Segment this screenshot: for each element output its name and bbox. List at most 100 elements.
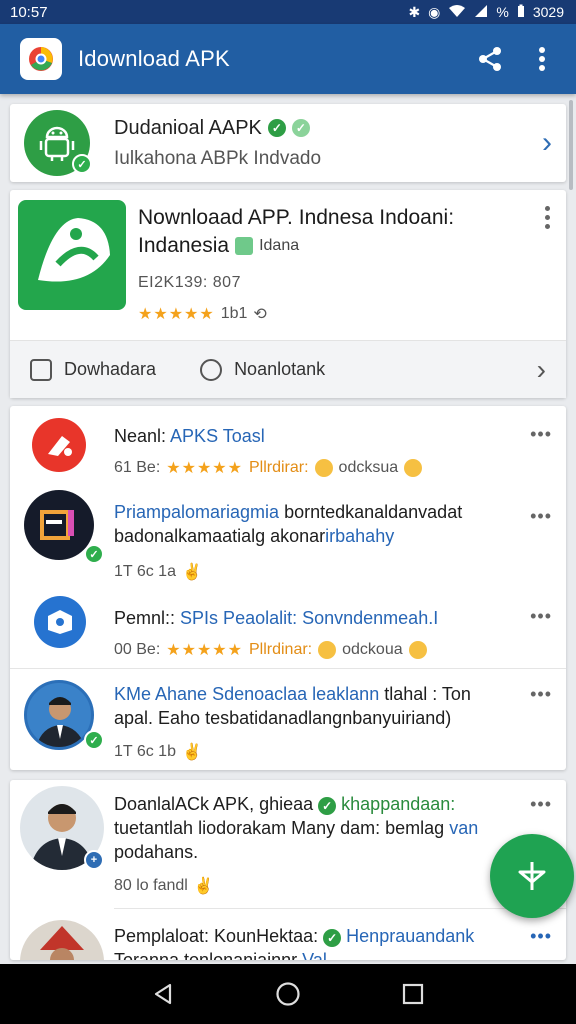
list-item[interactable]: Pemnl:: SPIs Peaolalit: Sonvndenmeah.I 0… (10, 586, 566, 672)
verified-light-icon: ✓ (291, 119, 310, 137)
app-rating: ★★★★★ 1b1 ⟲ (138, 304, 267, 324)
app-detail-card: Nownloaad APP. Indnesa Indoani: Indanesi… (10, 190, 566, 398)
list-item[interactable]: + DoanlalACk APK, ghieaa ✓ khappandaan: … (10, 780, 566, 900)
status-bar: 10:57 ✱ ◉ % 3029 (0, 0, 576, 24)
status-time: 10:57 (10, 3, 48, 21)
featured-title: Dudanioal AAPK (114, 116, 262, 139)
pin-icon (518, 862, 546, 890)
smile-emoji-icon (408, 641, 427, 659)
bluetooth-icon: ✱ (408, 3, 421, 20)
thumbs-icon: ✌ (193, 878, 214, 895)
list-item[interactable]: ✓ KMe Ahane Sdenoaclaa leaklann tlahal :… (10, 670, 566, 770)
tag-icon (235, 237, 254, 255)
chevron-right-icon[interactable]: › (537, 354, 546, 386)
list-item[interactable]: ✓ Priampalomariagmia borntedkanaldanvada… (10, 480, 566, 581)
app-title: Idownload APK (78, 46, 230, 71)
recents-button[interactable] (393, 974, 433, 1014)
list-item-title-link[interactable]: van (449, 818, 478, 838)
app-list-card: + DoanlalACk APK, ghieaa ✓ khappandaan: … (10, 780, 566, 960)
list-item-more-icon[interactable]: ••• (530, 424, 552, 445)
app-logo-large-icon[interactable] (18, 200, 126, 310)
home-icon (276, 982, 300, 1006)
status-clock-right: 3029 (532, 4, 564, 20)
list-item-title-rest: tuetantlah liodorakam Many dam: bemlag (114, 818, 445, 838)
list-item-label: Pllrdirar: (248, 459, 309, 476)
app-meta: EI2K139: 807 (138, 274, 241, 291)
back-button[interactable] (143, 974, 183, 1014)
list-item-title-link[interactable]: SPIs Peaolalit: Sonvndenmeah.I (180, 608, 438, 628)
app-avatar-icon (32, 418, 86, 472)
badge-icon: + (84, 850, 104, 870)
list-item-title: DoanlalACk APK, ghieaa (114, 794, 314, 814)
star-rating-icon: ★★★★★ (138, 306, 215, 323)
wifi-icon (448, 4, 466, 21)
smile-emoji-icon (318, 641, 337, 659)
divider (114, 908, 566, 909)
scrollbar[interactable] (569, 100, 573, 190)
share-button[interactable] (470, 39, 510, 79)
back-icon (154, 983, 171, 1005)
thumbs-icon: ✌ (181, 564, 202, 581)
list-item-meta: 1T 6c 1b (114, 743, 176, 760)
list-item-title-link[interactable]: Priampalomariagmia (114, 502, 279, 522)
list-item-more-icon[interactable]: ••• (530, 606, 552, 627)
smile-emoji-icon (314, 459, 333, 477)
refresh-icon: ⟲ (253, 306, 267, 323)
verified-badge-icon: ✓ (84, 730, 104, 750)
app-avatar-icon (24, 490, 94, 560)
list-item-meta: 80 lo fandl (114, 877, 188, 894)
featured-app-card[interactable]: ✓ Dudanioal AAPK ✓ ✓ Iulkahona ABPk Indv… (10, 104, 566, 182)
verified-icon: ✓ (318, 797, 337, 815)
download-icon (30, 358, 52, 381)
rating-count: 1b1 (220, 305, 248, 322)
verified-icon: ✓ (323, 929, 342, 947)
app-bar: Idownload APK (0, 24, 576, 94)
user-avatar (20, 920, 104, 960)
list-item-title-green: khappandaan: (341, 794, 456, 814)
thumbs-icon: ✌ (181, 744, 202, 761)
chat-action[interactable]: Noanlotank (200, 358, 325, 381)
app-logo-icon (20, 38, 62, 80)
featured-subtitle: Iulkahona ABPk Indvado (114, 147, 322, 169)
list-item-title-line2: Toranna tonlonaniainnr (114, 950, 298, 960)
system-nav-bar (0, 964, 576, 1024)
floating-action-button[interactable] (490, 834, 574, 918)
list-item-meta: 1T 6c 1a (114, 563, 176, 580)
download-action[interactable]: Dowhadara (30, 358, 156, 381)
app-card-more-icon[interactable] (542, 206, 552, 229)
list-item-title-end: podahans. (114, 842, 199, 862)
list-item-more-icon[interactable]: ••• (530, 684, 552, 705)
list-item-meta: 61 Be: (114, 459, 161, 476)
app-tag: Idana (259, 237, 300, 254)
list-item-title-link[interactable]: KMe Ahane Sdenoaclaa leaklann (114, 684, 379, 704)
more-options-button[interactable] (522, 39, 562, 79)
app-title-line1: Nownloaad APP. Indnesa Indoani: (138, 206, 455, 229)
home-button[interactable] (268, 974, 308, 1014)
app-card-actions: Dowhadara Noanlotank › (10, 340, 566, 398)
list-item-more-icon[interactable]: ••• (530, 926, 552, 947)
list-item-title-link[interactable]: Henprauandank (346, 926, 474, 946)
status-icons: ✱ ◉ % 3029 (408, 4, 564, 21)
app-avatar-icon (34, 596, 86, 648)
star-rating-icon: ★★★★★ (166, 460, 243, 477)
verified-icon: ✓ (267, 119, 286, 137)
app-title-line2: Indanesia (138, 234, 230, 257)
list-item-title-link[interactable]: APKS Toasl (170, 426, 265, 446)
divider (10, 668, 566, 669)
list-item-title: Pemnl:: (114, 608, 176, 628)
list-item-meta: 00 Be: (114, 641, 161, 658)
battery-icon (517, 4, 525, 21)
android-app-icon: ✓ (24, 110, 92, 176)
list-item-more-icon[interactable]: ••• (530, 506, 552, 527)
list-item-title-link[interactable]: irbahahy (325, 526, 394, 546)
list-item[interactable]: Pemplaloat: KounHektaa: ✓ Henprauandank … (10, 912, 566, 960)
share-icon (479, 47, 501, 71)
star-rating-icon: ★★★★★ (166, 642, 243, 659)
chat-icon (200, 358, 223, 381)
more-vert-icon (539, 47, 545, 71)
chevron-right-icon[interactable]: › (542, 128, 552, 158)
app-list-card: Neanl: APKS Toasl 61 Be: ★★★★★ Pllrdirar… (10, 406, 566, 770)
verified-badge-icon: ✓ (84, 544, 104, 564)
list-item-title-link[interactable]: Val (302, 950, 327, 960)
list-item-more-icon[interactable]: ••• (530, 794, 552, 815)
